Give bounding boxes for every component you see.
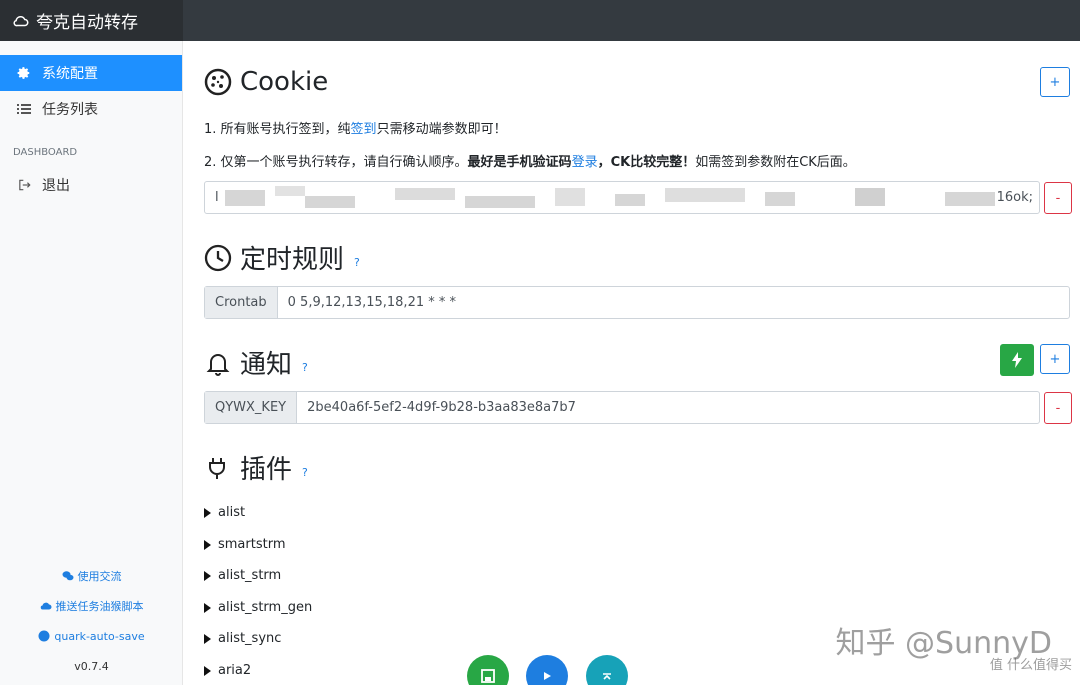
- save-fab-button[interactable]: [467, 655, 509, 685]
- cookie-icon: [204, 68, 232, 96]
- app-brand[interactable]: 夸克自动转存: [0, 0, 183, 41]
- notify-section-title: 通知 ?: [204, 344, 308, 381]
- plug-icon: [209, 457, 225, 479]
- plugins-help-link[interactable]: ?: [302, 466, 308, 479]
- sidebar-item-logout[interactable]: 退出: [0, 167, 182, 203]
- schedule-help-link[interactable]: ?: [354, 256, 360, 269]
- watermark-sub: 值 什么值得买: [989, 658, 1072, 673]
- crontab-value: 0 5,9,12,13,15,18,21 * * *: [287, 295, 457, 310]
- gear-icon: [16, 65, 32, 81]
- caret-right-icon: [204, 507, 211, 518]
- sidebar-footer: 使用交流 推送任务油猴脚本 quark-auto-save v0.7.4: [0, 561, 183, 681]
- wechat-icon: [62, 571, 73, 581]
- cookie-note-1: 1. 所有账号执行签到，纯签到只需移动端参数即可！: [204, 122, 507, 137]
- sidebar-item-label: 退出: [42, 178, 70, 194]
- notify-help-link[interactable]: ?: [302, 361, 308, 374]
- login-link[interactable]: 登录: [572, 155, 598, 170]
- sidebar-item-label: 任务列表: [42, 102, 98, 118]
- test-notify-button[interactable]: [1000, 344, 1034, 376]
- version-label: v0.7.4: [74, 659, 109, 673]
- play-icon: [544, 672, 551, 680]
- app-title: 夸克自动转存: [36, 13, 138, 33]
- lightning-icon: [1012, 352, 1022, 368]
- bell-icon: [206, 353, 230, 376]
- plugin-item-alist-strm[interactable]: alist_strm: [204, 568, 281, 583]
- remove-cookie-button[interactable]: -: [1044, 182, 1072, 214]
- sidebar-heading: DASHBOARD: [13, 147, 78, 158]
- remove-notify-button[interactable]: -: [1044, 392, 1072, 424]
- plugins-section-title: 插件 ?: [204, 449, 308, 486]
- signin-link[interactable]: 签到: [351, 122, 377, 137]
- notify-prefix: QYWX_KEY: [205, 392, 298, 423]
- run-fab-button[interactable]: [526, 655, 568, 685]
- notify-input-group[interactable]: QYWX_KEY 2be40a6f-5ef2-4d9f-9b28-b3aa83e…: [204, 391, 1040, 424]
- cookie-input[interactable]: l 16ok;: [204, 181, 1040, 214]
- sidebar: 系统配置 任务列表 DASHBOARD 退出 使用交流 推送任务油猴脚本 qua…: [0, 41, 183, 685]
- crontab-input-group[interactable]: Crontab 0 5,9,12,13,15,18,21 * * *: [204, 286, 1070, 319]
- notify-value: 2be40a6f-5ef2-4d9f-9b28-b3aa83e8a7b7: [307, 400, 576, 415]
- community-link[interactable]: 使用交流: [0, 561, 183, 591]
- cookie-note-2: 2. 仅第一个账号执行转存，请自行确认顺序。最好是手机验证码登录，CK比较完整！…: [204, 155, 856, 170]
- plugin-item-smartstrm[interactable]: smartstrm: [204, 537, 286, 552]
- cookie-section-title: Cookie: [204, 67, 328, 97]
- caret-right-icon: [204, 570, 211, 581]
- userscript-link[interactable]: 推送任务油猴脚本: [0, 591, 183, 621]
- add-notify-button[interactable]: +: [1040, 344, 1070, 374]
- save-icon: [481, 669, 495, 683]
- caret-right-icon: [204, 665, 211, 676]
- caret-right-icon: [204, 539, 211, 550]
- caret-right-icon: [204, 602, 211, 613]
- sidebar-item-task-list[interactable]: 任务列表: [0, 91, 182, 127]
- add-cookie-button[interactable]: +: [1040, 67, 1070, 97]
- github-link[interactable]: quark-auto-save: [0, 621, 183, 651]
- schedule-section-title: 定时规则 ?: [204, 239, 360, 276]
- plugin-item-alist[interactable]: alist: [204, 505, 245, 520]
- crontab-prefix: Crontab: [205, 287, 278, 318]
- plugin-item-aria2[interactable]: aria2: [204, 663, 251, 678]
- github-icon: [38, 630, 50, 642]
- logout-icon: [16, 177, 32, 193]
- arrow-up-icon: [603, 673, 611, 680]
- clock-icon: [204, 244, 232, 271]
- scroll-top-fab-button[interactable]: [586, 655, 628, 685]
- cloud-icon: [13, 15, 29, 26]
- plugin-item-alist-strm-gen[interactable]: alist_strm_gen: [204, 600, 312, 615]
- sidebar-item-label: 系统配置: [42, 66, 98, 82]
- sidebar-item-system-config[interactable]: 系统配置: [0, 55, 182, 91]
- plugin-item-alist-sync[interactable]: alist_sync: [204, 631, 281, 646]
- cloud-upload-icon: [40, 602, 51, 610]
- caret-right-icon: [204, 633, 211, 644]
- list-icon: [16, 101, 32, 117]
